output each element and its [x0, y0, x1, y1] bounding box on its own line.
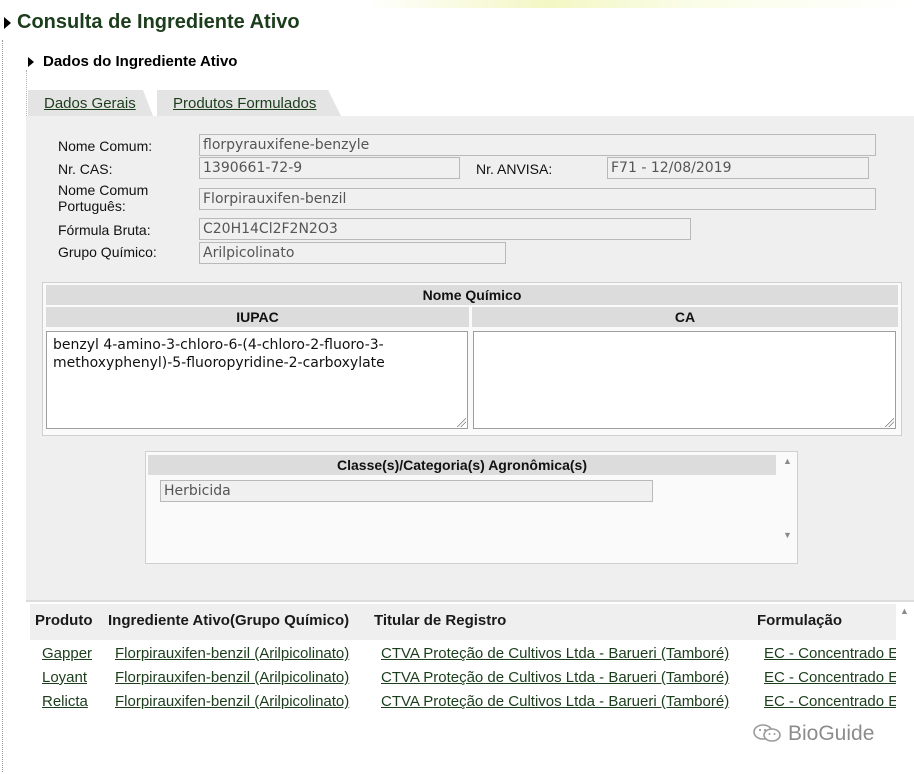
cell-titular[interactable]: CTVA Proteção de Cultivos Ltda - Barueri… [381, 693, 747, 710]
iupac-text: benzyl 4-amino-3-chloro-6-(4-chloro-2-fl… [53, 337, 385, 371]
cell-ingrediente[interactable]: Florpirauxifen-benzil (Arilpicolinato) [115, 693, 363, 710]
anvisa-field[interactable]: F71 - 12/08/2019 [607, 157, 869, 179]
page-title: Consulta de Ingrediente Ativo [4, 11, 300, 34]
resize-grip-icon[interactable] [457, 418, 466, 427]
scroll-down-icon[interactable]: ▼ [783, 530, 792, 540]
iupac-textarea[interactable]: benzyl 4-amino-3-chloro-6-(4-chloro-2-fl… [46, 331, 468, 429]
column-header-produto: Produto [35, 612, 93, 629]
nome-comum-field[interactable]: florpyrauxifene-benzyle [199, 134, 876, 156]
scroll-up-icon[interactable]: ▲ [783, 456, 792, 466]
cas-field[interactable]: 1390661-72-9 [199, 157, 460, 179]
iupac-header: IUPAC [46, 307, 469, 327]
ca-header: CA [472, 307, 898, 327]
expand-triangle-icon [4, 16, 11, 29]
agronomic-class-field[interactable]: Herbicida [160, 480, 653, 502]
chemical-name-header: Nome Químico [46, 285, 898, 305]
cell-formulacao[interactable]: EC - Concentrado Emulsionável [764, 693, 896, 710]
section-title-text: Dados do Ingrediente Ativo [43, 53, 238, 70]
nome-portugues-field[interactable]: Florpirauxifen-benzil [199, 188, 876, 210]
resize-grip-icon[interactable] [885, 418, 894, 427]
cell-formulacao[interactable]: EC - Concentrado Emulsionável [764, 669, 896, 686]
nome-portugues-label: Nome Comum Português: [58, 182, 148, 214]
cell-ingrediente[interactable]: Florpirauxifen-benzil (Arilpicolinato) [115, 669, 363, 686]
ca-textarea[interactable] [473, 331, 896, 429]
column-header-titular: Titular de Registro [374, 612, 507, 629]
tab-produtos-formulados[interactable]: Produtos Formulados [157, 90, 341, 116]
tab-dados-gerais[interactable]: Dados Gerais [28, 90, 153, 116]
cell-titular[interactable]: CTVA Proteção de Cultivos Ltda - Barueri… [381, 669, 747, 686]
cell-titular[interactable]: CTVA Proteção de Cultivos Ltda - Barueri… [381, 645, 747, 662]
wechat-icon [753, 724, 781, 742]
column-header-formulacao: Formulação [757, 612, 843, 629]
cell-produto[interactable]: Gapper [42, 645, 97, 662]
nome-portugues-label-line1: Nome Comum [58, 182, 149, 198]
cell-formulacao[interactable]: EC - Concentrado Emulsionável [764, 645, 896, 662]
top-decoration-bar [0, 0, 914, 8]
table-scroll-up-icon[interactable]: ▲ [900, 606, 909, 616]
nome-comum-label: Nome Comum: [58, 138, 153, 154]
cell-ingrediente[interactable]: Florpirauxifen-benzil (Arilpicolinato) [115, 645, 363, 662]
watermark: BioGuide [752, 722, 874, 746]
expand-triangle-icon [28, 57, 34, 68]
column-header-ingrediente: Ingrediente Ativo(Grupo Químico) [108, 612, 350, 629]
grupo-quimico-field[interactable]: Arilpicolinato [199, 242, 506, 264]
watermark-text: BioGuide [788, 722, 875, 745]
cell-produto[interactable]: Relicta [42, 693, 92, 710]
left-border-dotted [2, 40, 3, 772]
anvisa-label: Nr. ANVISA: [476, 161, 553, 177]
formula-field[interactable]: C20H14Cl2F2N2O3 [199, 218, 691, 240]
page-title-text: Consulta de Ingrediente Ativo [17, 11, 300, 33]
cell-produto[interactable]: Loyant [42, 669, 92, 686]
agronomic-class-header: Classe(s)/Categoria(s) Agronômica(s) [148, 455, 776, 475]
formula-label: Fórmula Bruta: [58, 222, 151, 238]
section-title[interactable]: Dados do Ingrediente Ativo [28, 53, 237, 70]
nome-portugues-label-line2: Português: [58, 198, 126, 214]
cas-label: Nr. CAS: [58, 161, 113, 177]
grupo-quimico-label: Grupo Químico: [58, 244, 157, 260]
